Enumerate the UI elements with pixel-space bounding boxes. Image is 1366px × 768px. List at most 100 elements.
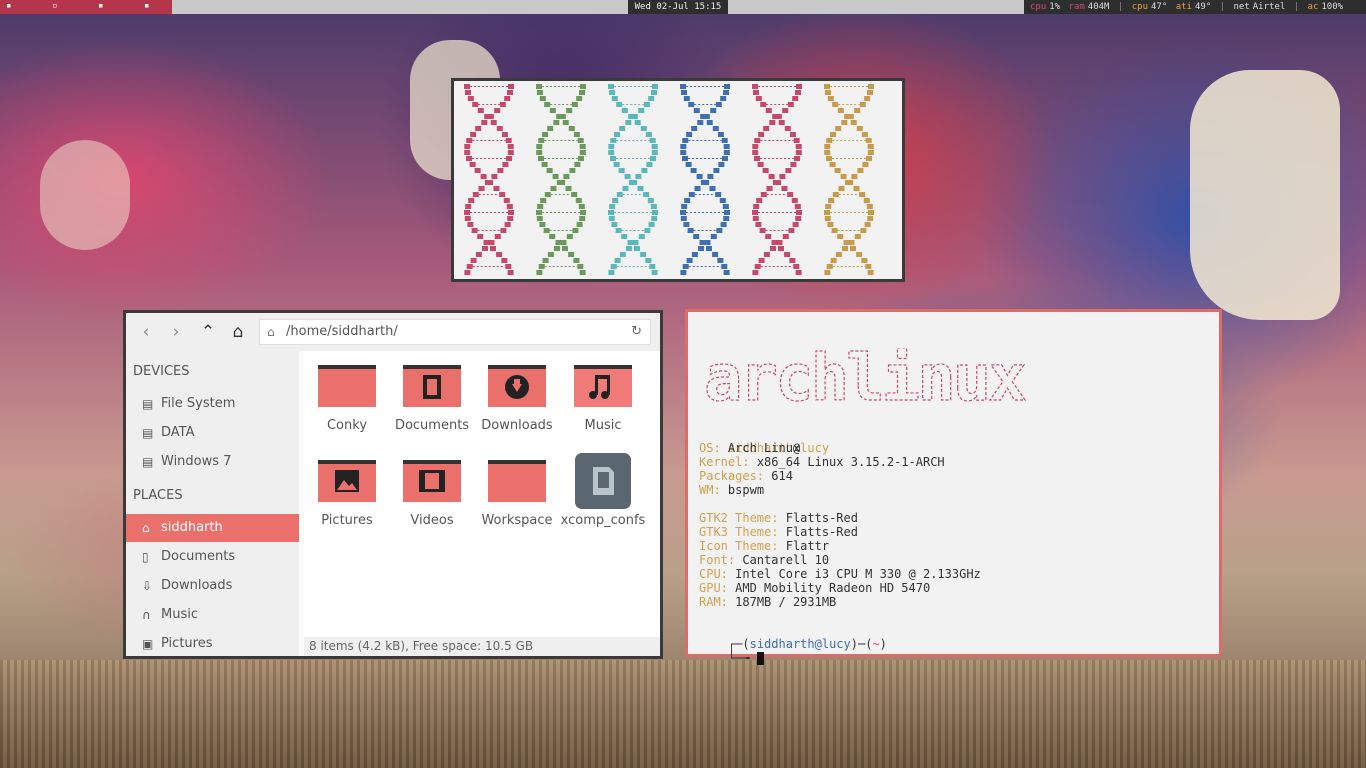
dna-pixel bbox=[830, 132, 837, 137]
folder-videos[interactable]: Videos bbox=[389, 446, 475, 536]
folder-pictures[interactable]: Pictures bbox=[304, 446, 390, 536]
dna-pixel bbox=[682, 264, 689, 269]
devices-header: DEVICES bbox=[133, 364, 190, 379]
sidebar-item-music[interactable]: ∩ Music bbox=[126, 601, 299, 629]
file-xcomp-confs[interactable]: xcomp_confs bbox=[560, 446, 646, 536]
location-bar[interactable]: ⌂ /home/siddharth/ ↻ bbox=[259, 319, 651, 345]
ac-label: ac bbox=[1307, 2, 1319, 12]
dna-pixel bbox=[506, 156, 512, 161]
dna-pixel bbox=[478, 186, 485, 191]
dna-pixel bbox=[480, 174, 487, 179]
dna-pixel bbox=[716, 228, 723, 233]
dna-pixel bbox=[825, 90, 831, 95]
dna-pixel bbox=[862, 162, 869, 167]
net-value: Airtel bbox=[1252, 2, 1286, 12]
dna-pixel bbox=[471, 228, 478, 233]
dna-pixel bbox=[721, 138, 728, 143]
dna-pixel bbox=[497, 168, 504, 173]
dna-pixel bbox=[843, 240, 850, 245]
forward-button[interactable]: › bbox=[166, 322, 186, 342]
clock: Wed 02-Jul 15:15 bbox=[628, 0, 728, 14]
dna-pixel bbox=[536, 210, 542, 215]
dna-pixel bbox=[717, 258, 724, 263]
sidebar-item-siddharth[interactable]: ⌂ siddharth bbox=[126, 514, 299, 542]
dna-pixel bbox=[640, 126, 647, 131]
parent-folder-button[interactable]: ⌃ bbox=[198, 322, 218, 342]
dna-pixel bbox=[712, 126, 719, 131]
dna-pixel bbox=[758, 258, 765, 263]
folder-documents[interactable]: Documents bbox=[389, 351, 475, 441]
sidebar-item-pictures[interactable]: ▣ Pictures bbox=[126, 630, 299, 656]
dna-pixel bbox=[683, 96, 690, 101]
file-manager-window[interactable]: ‹ › ⌃ ⌂ ⌂ /home/siddharth/ ↻ DEVICES ▤ F… bbox=[123, 310, 663, 659]
workspace-2[interactable]: ▫ bbox=[52, 2, 60, 11]
dna-pixel bbox=[481, 120, 488, 125]
prompt-decoration: ) bbox=[879, 637, 887, 651]
folder-conky[interactable]: Conky bbox=[304, 351, 390, 441]
workspace-1[interactable]: ▪ bbox=[6, 2, 14, 11]
folder-music[interactable]: Music bbox=[560, 351, 646, 441]
dna-pixel bbox=[508, 84, 514, 89]
dna-pixel bbox=[645, 258, 652, 263]
dna-pixel bbox=[608, 150, 615, 155]
dna-pixel bbox=[611, 222, 618, 227]
dna-pixel bbox=[772, 114, 779, 119]
dna-strand bbox=[824, 84, 874, 275]
item-name: Workspace bbox=[481, 513, 553, 528]
dna-pixel bbox=[752, 216, 759, 221]
document-icon: ▯ bbox=[142, 550, 149, 564]
dna-pixel bbox=[649, 138, 656, 143]
workspace-4[interactable]: ▪ bbox=[144, 2, 152, 11]
dna-pixel bbox=[752, 150, 759, 155]
dna-pixel bbox=[824, 210, 830, 215]
dna-pixel bbox=[680, 150, 687, 155]
back-button[interactable]: ‹ bbox=[136, 322, 156, 342]
dna-pixel bbox=[640, 252, 647, 257]
sidebar-item-windows-7[interactable]: ▤ Windows 7 bbox=[126, 448, 299, 476]
prompt-line-2[interactable]: └─╼ bbox=[699, 637, 764, 679]
dna-pixel bbox=[647, 198, 654, 203]
dna-pixel bbox=[472, 192, 479, 197]
dna-pixel bbox=[626, 246, 632, 251]
dna-pixel bbox=[707, 174, 714, 179]
dna-pixel bbox=[542, 132, 549, 137]
dna-pixel bbox=[464, 84, 470, 89]
dna-pixel bbox=[863, 198, 870, 203]
dna-pixel bbox=[680, 270, 687, 275]
dna-pixel bbox=[827, 96, 834, 101]
terminal-window[interactable]: archlinux siddharth@lucy OS: Arch Linux … bbox=[685, 309, 1222, 665]
cpu-label: cpu bbox=[1030, 2, 1047, 12]
sidebar-item-documents[interactable]: ▯ Documents bbox=[126, 543, 299, 571]
dna-pixel bbox=[837, 234, 844, 239]
dna-pixel bbox=[577, 264, 584, 269]
info-value: Flatts-Red bbox=[785, 511, 858, 525]
dna-pixel bbox=[638, 108, 645, 113]
dna-pixel bbox=[571, 192, 578, 197]
dna-pixel bbox=[865, 264, 872, 269]
dna-pixel bbox=[608, 270, 615, 275]
dna-pixel bbox=[464, 270, 471, 275]
sidebar-item-file-system[interactable]: ▤ File System bbox=[126, 390, 299, 418]
workspace-indicator: ▪ ▫ ▪ ▪ bbox=[0, 0, 172, 14]
reload-icon[interactable]: ↻ bbox=[631, 320, 642, 344]
sidebar-item-data[interactable]: ▤ DATA bbox=[126, 419, 299, 447]
sidebar-item-downloads[interactable]: ⇩ Downloads bbox=[126, 572, 299, 600]
sidebar-item-label: Music bbox=[161, 607, 198, 622]
dna-pixel bbox=[793, 264, 800, 269]
folder-workspace[interactable]: Workspace bbox=[474, 446, 560, 536]
item-name: Conky bbox=[326, 418, 368, 433]
dna-pixel bbox=[500, 228, 507, 233]
dna-pixel bbox=[608, 144, 615, 149]
dna-pixel bbox=[860, 228, 867, 233]
dna-pixel bbox=[782, 108, 789, 113]
dna-pixel bbox=[866, 156, 872, 161]
folder-downloads[interactable]: Downloads bbox=[474, 351, 560, 441]
workspace-3[interactable]: ▪ bbox=[98, 2, 106, 11]
home-button[interactable]: ⌂ bbox=[228, 322, 248, 342]
dna-helix-window[interactable] bbox=[451, 78, 905, 282]
dna-pixel bbox=[691, 252, 698, 257]
dna-pixel bbox=[505, 264, 512, 269]
dna-pixel bbox=[494, 234, 501, 239]
dna-pixel bbox=[758, 132, 765, 137]
dna-pixel bbox=[723, 216, 730, 221]
